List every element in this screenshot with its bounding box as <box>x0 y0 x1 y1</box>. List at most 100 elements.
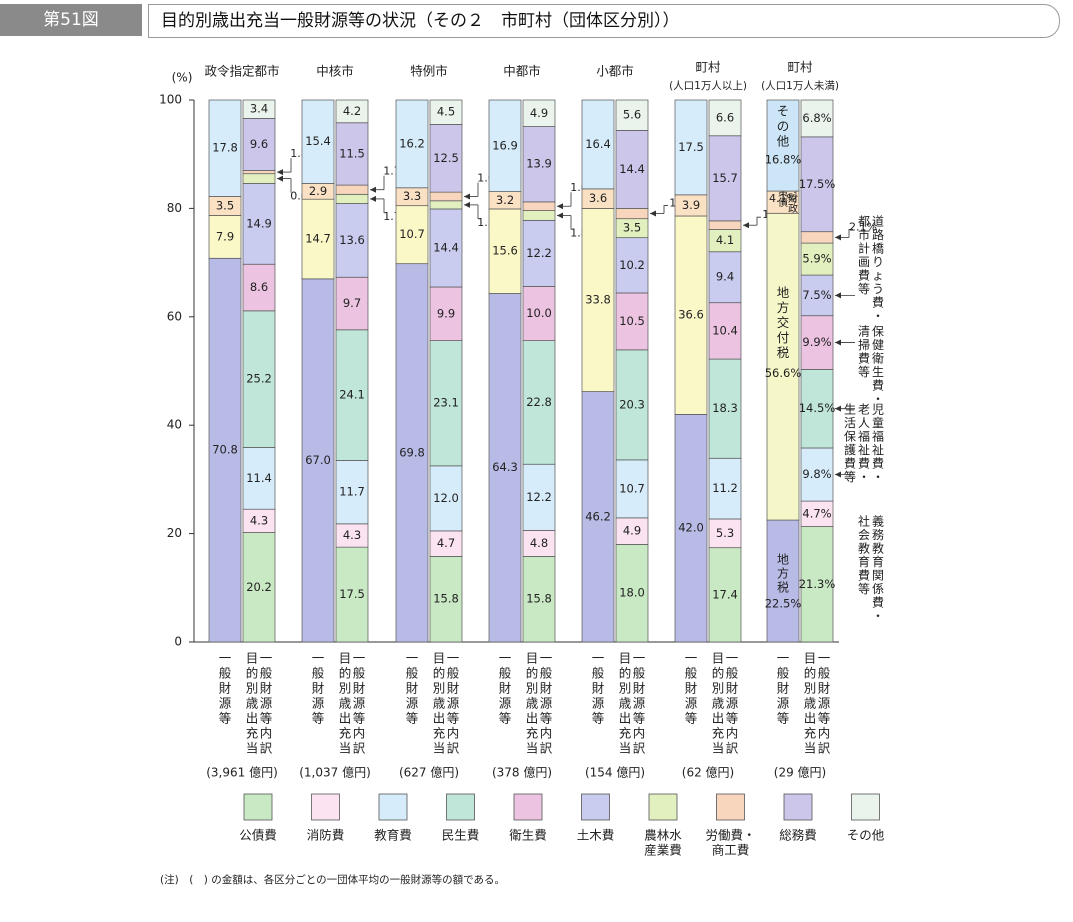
bar-label-general: 一 <box>685 651 698 666</box>
callout-arrow <box>464 201 470 208</box>
y-axis-unit-label: (%) <box>172 71 193 85</box>
bar-label-purpose: 等 <box>818 711 831 726</box>
bar-label-general: 等 <box>312 711 325 726</box>
bar-label-purpose: 別 <box>339 681 352 696</box>
purpose-segment-label: 9.6 <box>250 137 268 151</box>
purpose-segment-label: 17.5 <box>339 587 365 601</box>
figure-number: 第51図 <box>0 4 142 36</box>
purpose-segment-label: 4.3 <box>250 513 268 527</box>
bar-label-general: 般 <box>312 666 325 681</box>
right-annotation: ・ <box>858 470 870 484</box>
general-segment-label: 3.5 <box>216 198 234 212</box>
category-name: 町村 <box>787 60 813 75</box>
general-segment-label: 14.7 <box>305 232 331 246</box>
legend-swatch-消防費 <box>311 793 340 821</box>
bar-label-purpose: 般 <box>353 666 366 681</box>
bar-label-general: 財 <box>312 681 325 696</box>
bar-label-purpose: 充 <box>526 726 539 741</box>
bar-label-purpose: 源 <box>726 696 739 711</box>
bar-label-purpose: 般 <box>540 666 553 681</box>
bar-label-purpose: 源 <box>818 696 831 711</box>
right-annotation: 教 <box>872 541 884 556</box>
bar-label-purpose: 歳 <box>526 696 539 711</box>
right-annotation: 掃 <box>858 337 870 352</box>
legend-label: 民生費 <box>442 828 480 843</box>
general-segment-label: 16.4 <box>585 137 611 151</box>
general-segment-label: 17.5 <box>678 140 704 154</box>
right-annotation: 等 <box>858 282 870 296</box>
purpose-segment-label: 15.7 <box>712 171 738 185</box>
chart-panel: (%) 0 20 40 60 80 100 政令指定都市 70.8 7.9 3.5 17.8 20.2 4… <box>12 42 1062 912</box>
right-annotation: 費 <box>872 456 884 471</box>
legend-label: 農林水 <box>644 828 682 843</box>
bar-label-general: 源 <box>312 696 325 711</box>
bar-label-general: 財 <box>406 681 419 696</box>
right-annotation: 等 <box>844 470 856 484</box>
general-segment-label: 15.6 <box>492 244 518 258</box>
right-annotation: 義 <box>872 514 884 529</box>
right-annotation: 道 <box>872 215 884 229</box>
bar-label-general: 等 <box>685 711 698 726</box>
category-amount: (627 億円) <box>399 766 459 780</box>
bar-label-purpose: 当 <box>339 741 352 756</box>
callout-arrow <box>835 234 841 241</box>
purpose-segment-label: 4.9 <box>530 106 548 120</box>
legend-swatch-公債費 <box>243 793 273 821</box>
right-annotation: 生 <box>844 403 856 417</box>
general-segment-label: 3.6 <box>589 191 607 205</box>
bar-label-purpose: 充 <box>246 726 259 741</box>
purpose-segment-label: 11.2 <box>712 481 738 495</box>
right-annotation: ・ <box>872 309 884 323</box>
bar-label-purpose: 般 <box>633 666 646 681</box>
figure-title: 目的別歳出充当一般財源等の状況（その２ 市町村（団体区分別）） <box>148 4 1060 38</box>
bar-label-purpose: 一 <box>447 651 460 666</box>
callout-arrow <box>277 169 283 176</box>
category-amount: (29 億円) <box>774 766 826 780</box>
category-amount: (3,961 億円) <box>206 766 278 780</box>
purpose-segment-label: 17.4 <box>712 587 738 601</box>
general-segment-label: 33.8 <box>585 292 611 306</box>
callout-arrow <box>650 210 656 217</box>
bar-label-purpose: 内 <box>447 726 460 741</box>
right-annotation: う <box>872 282 884 296</box>
bar-label-purpose: 目 <box>246 651 259 666</box>
bar-label-purpose: 一 <box>540 651 553 666</box>
purpose-segment-label: 11.4 <box>246 471 272 485</box>
bar-label-purpose: 等 <box>540 711 553 726</box>
category-amount: (154 億円) <box>585 766 645 780</box>
general-segment-label: 方 <box>777 566 789 581</box>
bar-label-general: 等 <box>592 711 605 726</box>
bar-label-purpose: 目 <box>526 651 539 666</box>
legend-swatch-労働費・商工費 <box>716 793 745 821</box>
purpose-segment-label: 4.3 <box>343 528 361 542</box>
right-annotation: 橋 <box>872 242 884 256</box>
bar-label-purpose: 目 <box>619 651 632 666</box>
right-annotation: 務 <box>872 528 884 542</box>
bar-label-purpose: 一 <box>353 651 366 666</box>
purpose-segment-労働費・商工費 <box>800 231 834 244</box>
bar-label-purpose: 出 <box>433 711 446 726</box>
callout-arrow <box>557 203 563 210</box>
bar-label-purpose: 的 <box>339 666 352 681</box>
purpose-segment-label: 5.9% <box>802 252 831 266</box>
bar-label-purpose: 的 <box>712 666 725 681</box>
purpose-segment-label: 5.3 <box>716 526 734 540</box>
purpose-segment-label: 10.2 <box>619 258 645 272</box>
bar-label-purpose: 内 <box>726 726 739 741</box>
bar-label-purpose: 目 <box>339 651 352 666</box>
bar-label-general: 一 <box>592 651 605 666</box>
callout-arrow <box>277 175 283 182</box>
bar-label-purpose: 般 <box>260 666 273 681</box>
right-annotation: 費 <box>858 568 870 583</box>
bar-label-general: 等 <box>219 711 232 726</box>
legend-label: 教育費 <box>374 828 412 843</box>
legend-label: 産業費 <box>644 843 682 858</box>
bar-label-purpose: 別 <box>433 681 446 696</box>
bar-label-purpose: 一 <box>818 651 831 666</box>
bar-label-purpose: 的 <box>246 666 259 681</box>
purpose-segment-label: 8.6 <box>250 280 268 294</box>
purpose-segment-農林水産業費 <box>522 210 556 221</box>
bar-label-general: 般 <box>777 666 790 681</box>
bar-label-purpose: 充 <box>433 726 446 741</box>
purpose-segment-label: 9.7 <box>343 296 361 310</box>
